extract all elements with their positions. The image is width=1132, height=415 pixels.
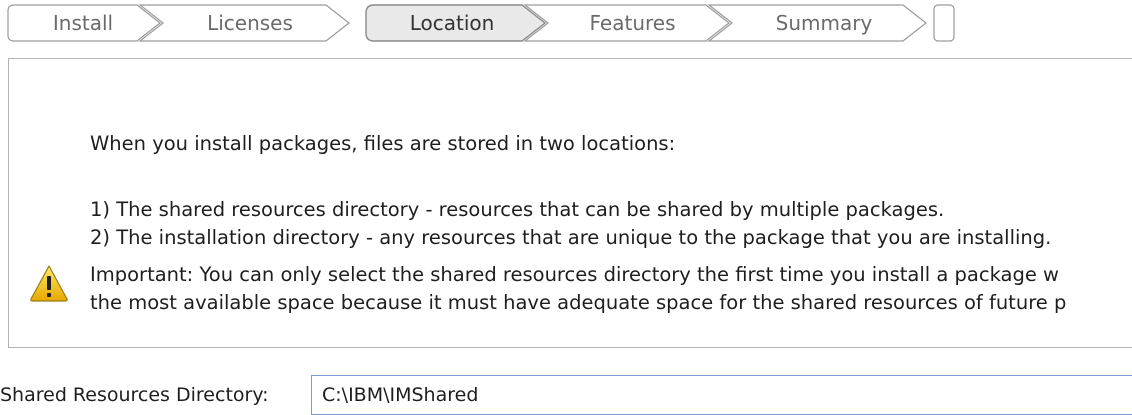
- tab-summary[interactable]: Summary: [729, 0, 919, 46]
- info-install-dir-text: 2) The installation directory - any reso…: [90, 226, 1052, 249]
- tab-features[interactable]: Features: [545, 0, 720, 46]
- shared-dir-input[interactable]: [311, 375, 1132, 415]
- tab-location[interactable]: Location: [366, 0, 538, 46]
- shared-dir-label: Shared Resources Directory:: [0, 384, 269, 406]
- location-info-panel: When you install packages, files are sto…: [8, 58, 1132, 348]
- info-important-text-1: Important: You can only select the share…: [90, 263, 1059, 286]
- tab-licenses[interactable]: Licenses: [160, 0, 340, 46]
- info-intro-text: When you install packages, files are sto…: [90, 132, 676, 155]
- warning-icon: [30, 265, 68, 302]
- step-end-stub: [933, 4, 955, 42]
- info-important-text-2: the most available space because it must…: [90, 291, 1067, 314]
- wizard-steps: Install Licenses Location Features Summa…: [0, 0, 1132, 46]
- info-shared-dir-text: 1) The shared resources directory - reso…: [90, 198, 945, 221]
- tab-install[interactable]: Install: [8, 0, 158, 46]
